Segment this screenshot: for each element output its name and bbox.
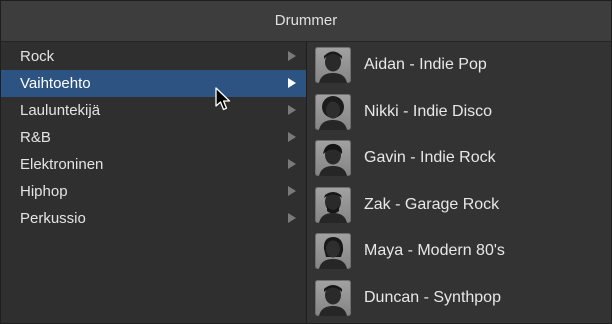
genre-label: Perkussio	[20, 210, 86, 227]
genre-item-hiphop[interactable]: Hiphop	[1, 178, 306, 205]
drummer-avatar-icon	[315, 47, 351, 84]
disclosure-arrow-icon	[288, 78, 296, 88]
drummer-item-gavin[interactable]: Gavin - Indie Rock	[307, 135, 611, 182]
genre-item-vaihtoehto[interactable]: Vaihtoehto	[1, 70, 306, 97]
drummer-browser: Rock Vaihtoehto Lauluntekijä R&B Elektro…	[1, 42, 611, 323]
disclosure-arrow-icon	[288, 105, 296, 115]
drummer-name: Zak - Garage Rock	[364, 195, 500, 213]
genre-label: Hiphop	[20, 183, 68, 200]
genre-label: Rock	[20, 48, 55, 65]
genre-label: Lauluntekijä	[20, 102, 101, 119]
genre-label: R&B	[20, 129, 51, 146]
drummer-avatar-icon	[315, 140, 351, 177]
drummer-item-maya[interactable]: Maya - Modern 80's	[307, 228, 611, 275]
drummer-item-zak[interactable]: Zak - Garage Rock	[307, 182, 611, 229]
drummer-name: Duncan - Synthpop	[364, 288, 501, 306]
drummer-window: Drummer Rock Vaihtoehto Lauluntekijä R&B…	[0, 0, 612, 324]
drummer-item-nikki[interactable]: Nikki - Indie Disco	[307, 89, 611, 136]
genre-label: Elektroninen	[20, 156, 104, 173]
disclosure-arrow-icon	[288, 51, 296, 61]
drummer-avatar-icon	[315, 233, 351, 270]
disclosure-arrow-icon	[288, 132, 296, 142]
genre-label: Vaihtoehto	[20, 75, 91, 92]
genre-list: Rock Vaihtoehto Lauluntekijä R&B Elektro…	[1, 42, 307, 323]
genre-item-rnb[interactable]: R&B	[1, 124, 306, 151]
drummer-name: Nikki - Indie Disco	[364, 102, 493, 120]
disclosure-arrow-icon	[288, 186, 296, 196]
drummer-avatar-icon	[315, 279, 351, 316]
drummer-name: Gavin - Indie Rock	[364, 149, 496, 167]
drummer-item-aidan[interactable]: Aidan - Indie Pop	[307, 42, 611, 89]
drummer-avatar-icon	[315, 93, 351, 130]
drummer-list: Aidan - Indie Pop Nikki - Indie Disco Ga…	[307, 42, 611, 323]
genre-item-elektroninen[interactable]: Elektroninen	[1, 151, 306, 178]
drummer-item-duncan[interactable]: Duncan - Synthpop	[307, 275, 611, 322]
genre-item-perkussio[interactable]: Perkussio	[1, 205, 306, 232]
drummer-name: Aidan - Indie Pop	[364, 56, 487, 74]
disclosure-arrow-icon	[288, 159, 296, 169]
disclosure-arrow-icon	[288, 213, 296, 223]
drummer-name: Maya - Modern 80's	[364, 242, 505, 260]
genre-item-rock[interactable]: Rock	[1, 43, 306, 70]
genre-item-lauluntekija[interactable]: Lauluntekijä	[1, 97, 306, 124]
drummer-avatar-icon	[315, 186, 351, 223]
window-title: Drummer	[1, 1, 611, 42]
